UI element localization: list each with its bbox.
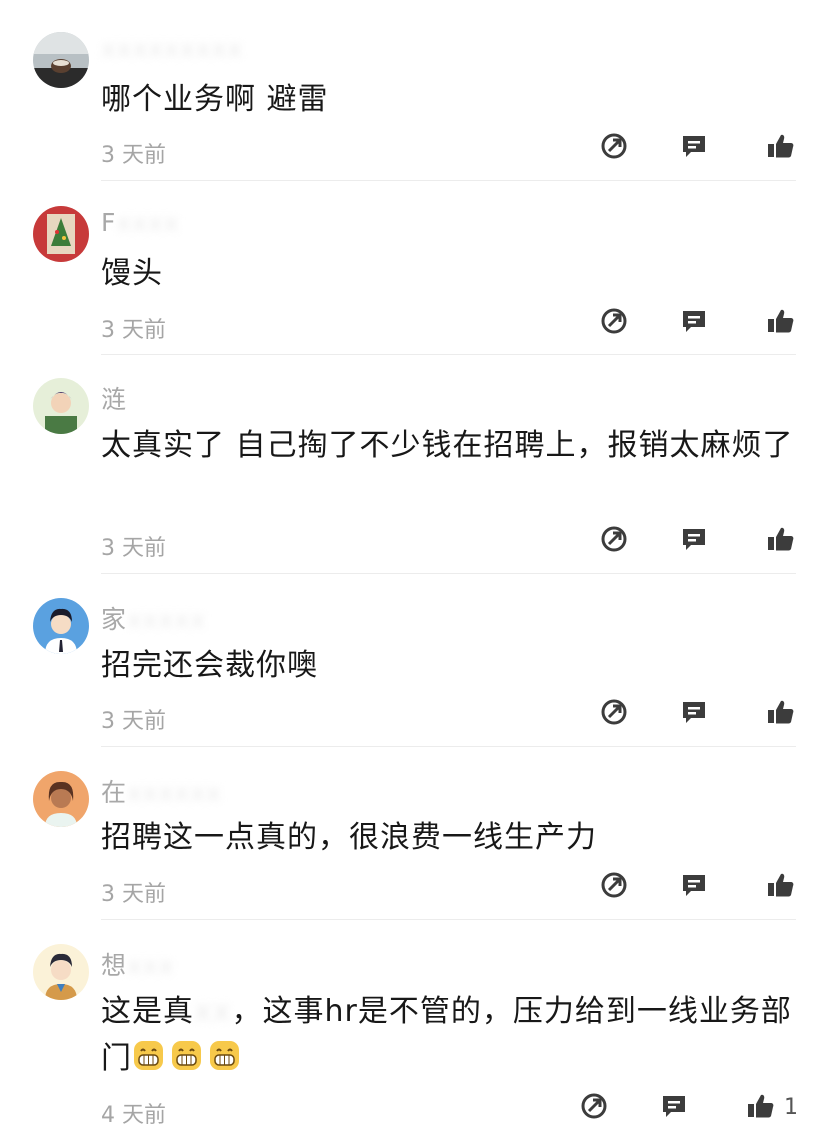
- reply-icon: [663, 1096, 685, 1117]
- share-icon: [601, 133, 627, 159]
- username[interactable]: 想xxx: [101, 946, 174, 982]
- username-visible: 在: [101, 778, 128, 807]
- comment-meta: 3 天前: [0, 697, 828, 737]
- comment-text: 这是真xx，这事hr是不管的，压力给到一线业务部门: [101, 988, 801, 1082]
- comment-text: 馒头: [101, 256, 163, 291]
- username-visible: 涟: [101, 385, 128, 414]
- username-visible: F: [101, 208, 117, 237]
- username[interactable]: 涟: [101, 380, 127, 416]
- thumbs-up-icon: [768, 309, 794, 333]
- reply-button[interactable]: [679, 131, 711, 163]
- like-button[interactable]: [745, 1091, 777, 1123]
- divider: [101, 573, 796, 574]
- reply-icon: [683, 702, 705, 723]
- like-button[interactable]: [765, 697, 797, 729]
- timestamp: 4 天前: [101, 1103, 166, 1128]
- timestamp: 3 天前: [101, 143, 166, 168]
- like-button[interactable]: [765, 524, 797, 556]
- avatar[interactable]: [33, 206, 89, 262]
- comment-text-redacted: xx: [194, 994, 232, 1029]
- like-button[interactable]: [765, 131, 797, 163]
- divider: [101, 746, 796, 747]
- thumbs-up-icon: [768, 700, 794, 724]
- reply-button[interactable]: [679, 870, 711, 902]
- comment-text-start: 这是真: [101, 994, 194, 1029]
- like-button[interactable]: [765, 306, 797, 338]
- username[interactable]: xxxxxxxxx: [101, 34, 243, 63]
- like-button[interactable]: [765, 870, 797, 902]
- like-count: 1: [784, 1095, 798, 1120]
- comment-meta: 3 天前: [0, 870, 828, 910]
- username-redacted: xxxxxx: [127, 778, 222, 807]
- username-redacted: xxx: [127, 951, 175, 980]
- comment-text: 太真实了 自己掏了不少钱在招聘上，报销太麻烦了: [101, 428, 794, 463]
- username-redacted: xxxxx: [127, 605, 206, 634]
- reply-icon: [683, 311, 705, 332]
- comment-meta: 3 天前: [0, 306, 828, 346]
- username[interactable]: 在xxxxxx: [101, 773, 222, 809]
- share-button[interactable]: [599, 131, 631, 163]
- reply-button[interactable]: [679, 697, 711, 729]
- avatar[interactable]: [33, 598, 89, 654]
- timestamp: 3 天前: [101, 882, 166, 907]
- share-icon: [601, 699, 627, 725]
- comment-text: 招完还会裁你噢: [101, 648, 318, 683]
- divider: [101, 919, 796, 920]
- avatar[interactable]: [33, 32, 89, 88]
- username-visible: 家: [101, 605, 128, 634]
- timestamp: 3 天前: [101, 536, 166, 561]
- share-icon: [601, 872, 627, 898]
- divider: [101, 354, 796, 355]
- share-icon: [581, 1093, 607, 1119]
- share-button[interactable]: [599, 524, 631, 556]
- timestamp: 3 天前: [101, 318, 166, 343]
- username-visible: 想: [101, 951, 128, 980]
- username-redacted: xxxxxxxxx: [101, 34, 244, 63]
- reply-icon: [683, 529, 705, 550]
- reply-icon: [683, 136, 705, 157]
- reply-icon: [683, 875, 705, 896]
- comment-meta: 4 天前 1: [0, 1091, 828, 1131]
- share-button[interactable]: [599, 697, 631, 729]
- share-button[interactable]: [599, 870, 631, 902]
- thumbs-up-icon: [768, 873, 794, 897]
- thumbs-up-icon: [768, 527, 794, 551]
- grin-emoji: [170, 1039, 203, 1072]
- share-icon: [601, 308, 627, 334]
- comment-text: 哪个业务啊 避雷: [101, 82, 329, 117]
- divider: [101, 180, 796, 181]
- reply-button[interactable]: [679, 306, 711, 338]
- timestamp: 3 天前: [101, 709, 166, 734]
- thumbs-up-icon: [748, 1094, 774, 1118]
- grin-emoji: [208, 1039, 241, 1072]
- thumbs-up-icon: [768, 134, 794, 158]
- username[interactable]: 家xxxxx: [101, 600, 206, 636]
- comment-meta: 3 天前: [0, 131, 828, 171]
- share-icon: [601, 526, 627, 552]
- grin-emoji: [132, 1039, 165, 1072]
- reply-button[interactable]: [679, 524, 711, 556]
- comment-meta: 3 天前: [0, 524, 828, 564]
- share-button[interactable]: [579, 1091, 611, 1123]
- username-redacted: xxxx: [116, 208, 180, 237]
- username[interactable]: Fxxxx: [101, 208, 180, 237]
- avatar[interactable]: [33, 378, 89, 434]
- avatar[interactable]: [33, 771, 89, 827]
- share-button[interactable]: [599, 306, 631, 338]
- avatar[interactable]: [33, 944, 89, 1000]
- reply-button[interactable]: [659, 1091, 691, 1123]
- comment-text: 招聘这一点真的，很浪费一线生产力: [101, 820, 597, 855]
